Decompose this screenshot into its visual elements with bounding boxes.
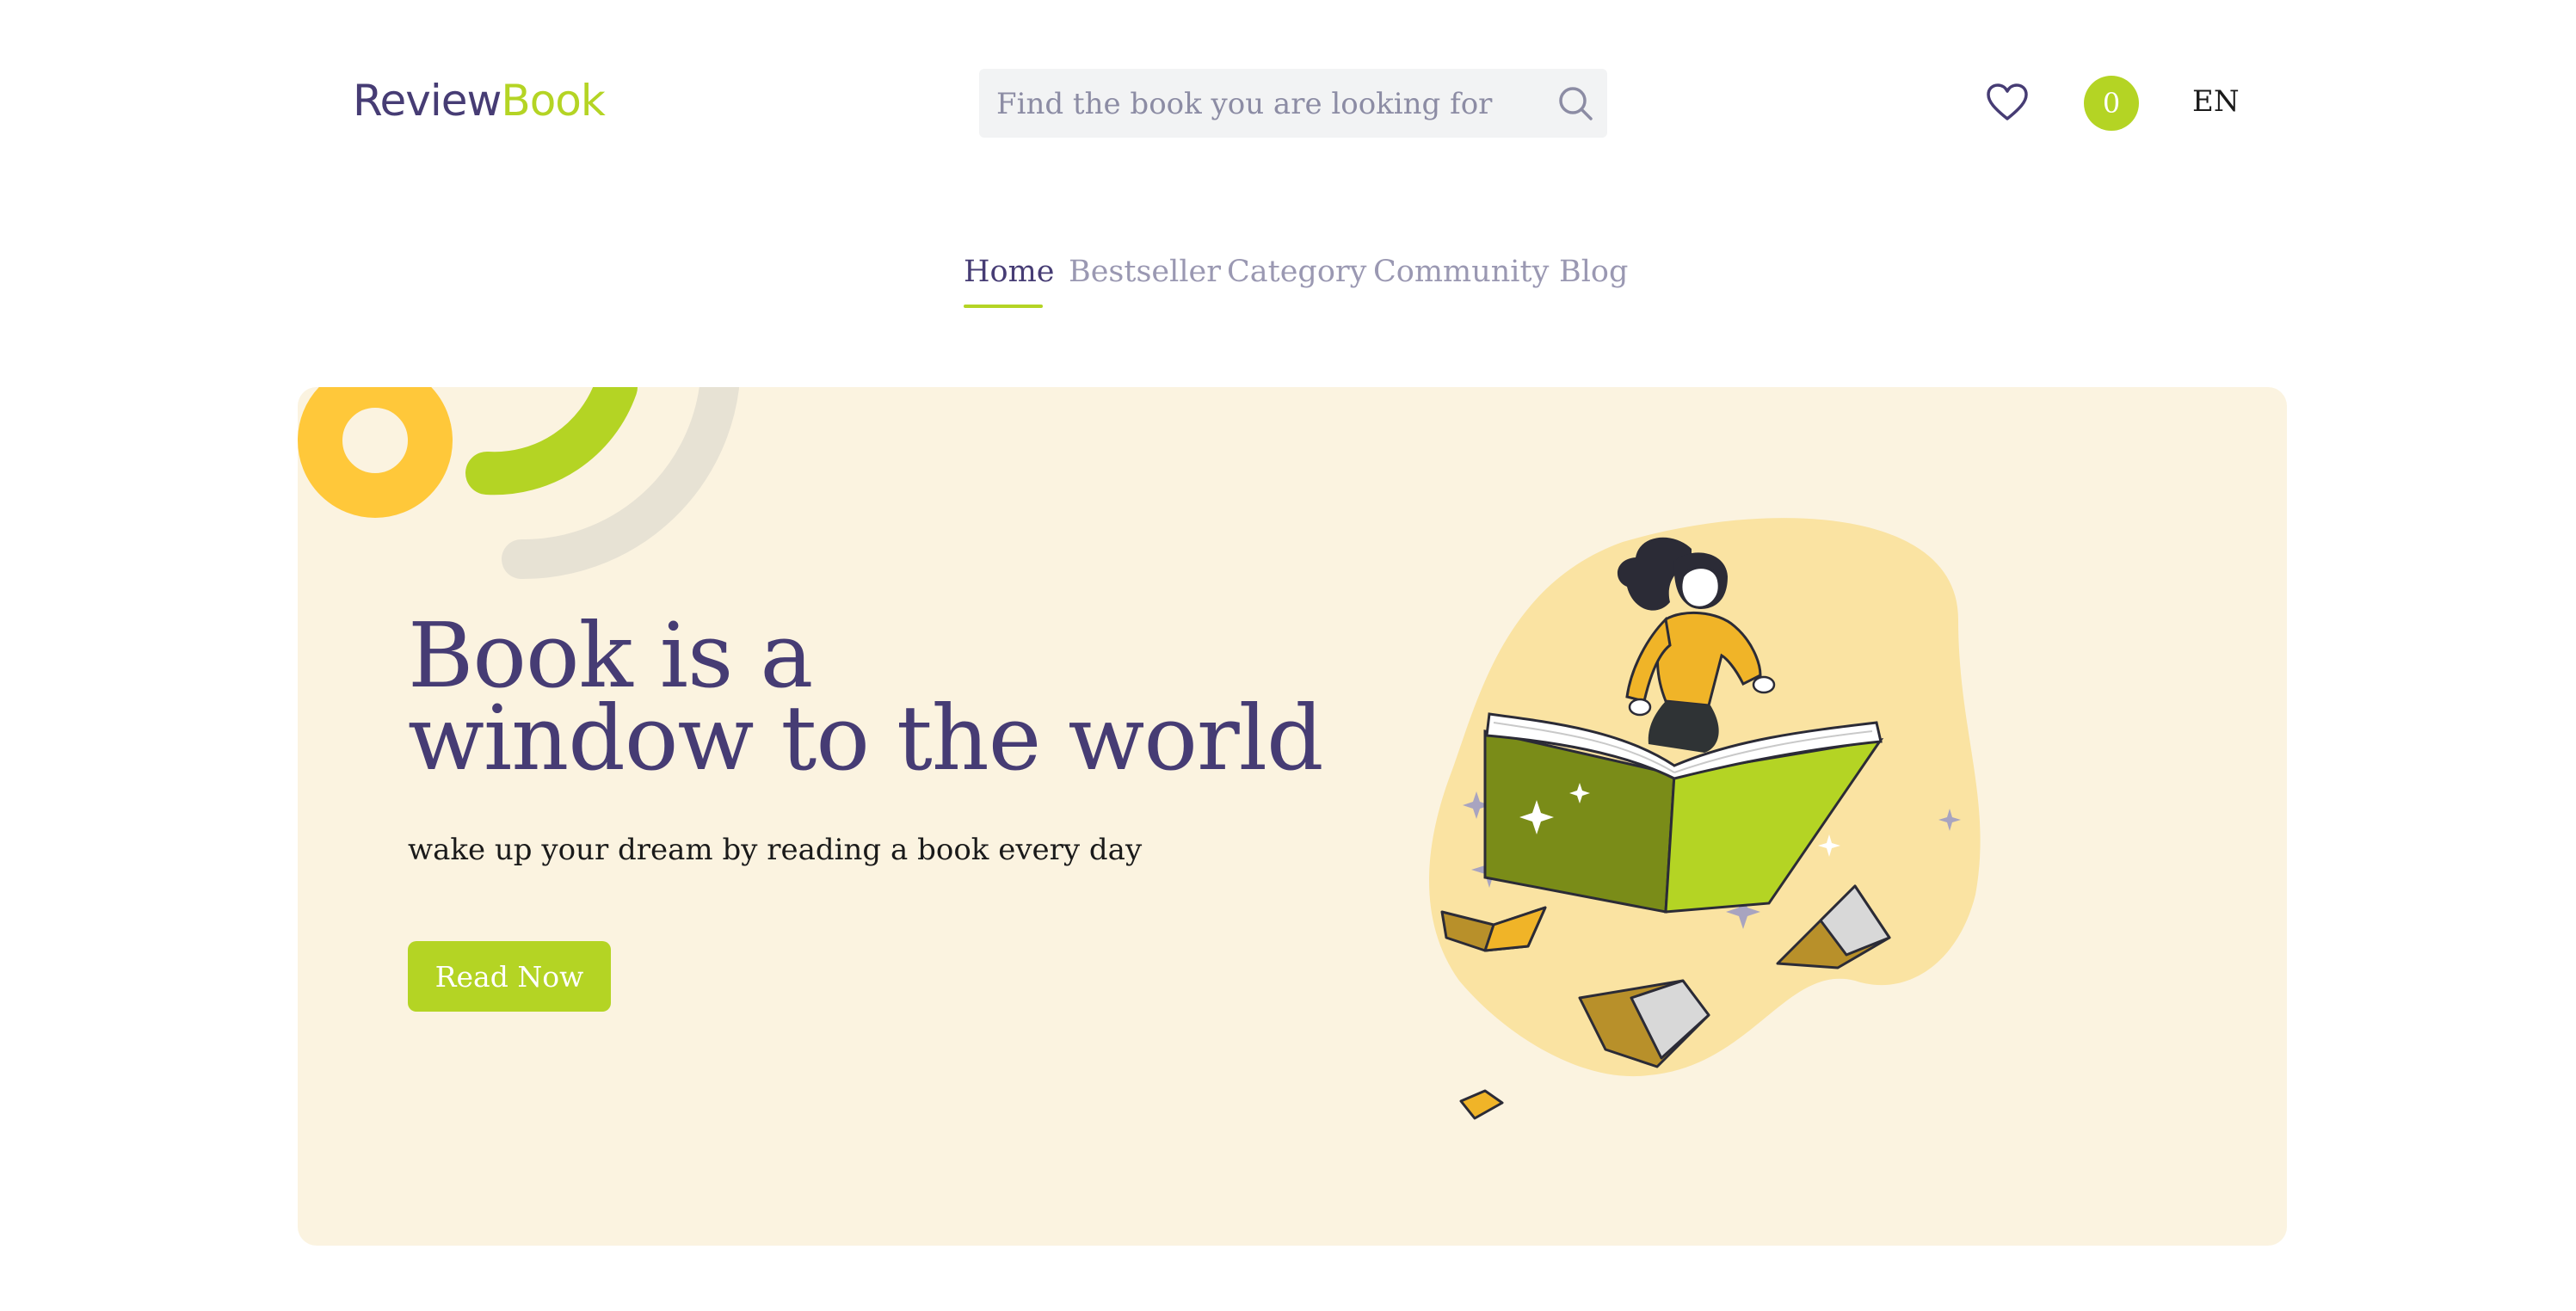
hero-title: Book is a window to the world (408, 603, 1324, 791)
nav-item-blog[interactable]: Blog (1559, 255, 1628, 289)
search-icon[interactable] (1556, 83, 1595, 123)
main-nav: Home Bestseller Category Community Blog (0, 255, 2576, 315)
nav-item-community[interactable]: Community (1373, 255, 1549, 289)
language-selector[interactable]: EN (2192, 84, 2240, 119)
heart-icon[interactable] (1986, 83, 2029, 122)
search-input[interactable] (995, 69, 1549, 139)
search-bar (979, 69, 1607, 139)
hero-banner: Book is a window to the world wake up yo… (298, 387, 2287, 1246)
reading-girl-illustration (1429, 518, 1981, 1120)
logo-part-review: Review (353, 76, 502, 126)
nav-active-underline (964, 305, 1043, 308)
decorative-shapes (298, 387, 739, 580)
read-now-button[interactable]: Read Now (408, 941, 611, 1012)
cart-count-badge[interactable]: 0 (2084, 76, 2139, 131)
nav-item-home[interactable]: Home (964, 255, 1055, 289)
nav-item-category[interactable]: Category (1227, 255, 1366, 289)
hero-title-line2: window to the world (408, 686, 1324, 791)
hero-title-line1: Book is a (408, 603, 813, 708)
logo[interactable]: ReviewBook (353, 76, 606, 126)
nav-item-bestseller[interactable]: Bestseller (1069, 255, 1221, 289)
hero-subtitle: wake up your dream by reading a book eve… (408, 833, 1143, 867)
logo-part-book: Book (501, 76, 605, 126)
